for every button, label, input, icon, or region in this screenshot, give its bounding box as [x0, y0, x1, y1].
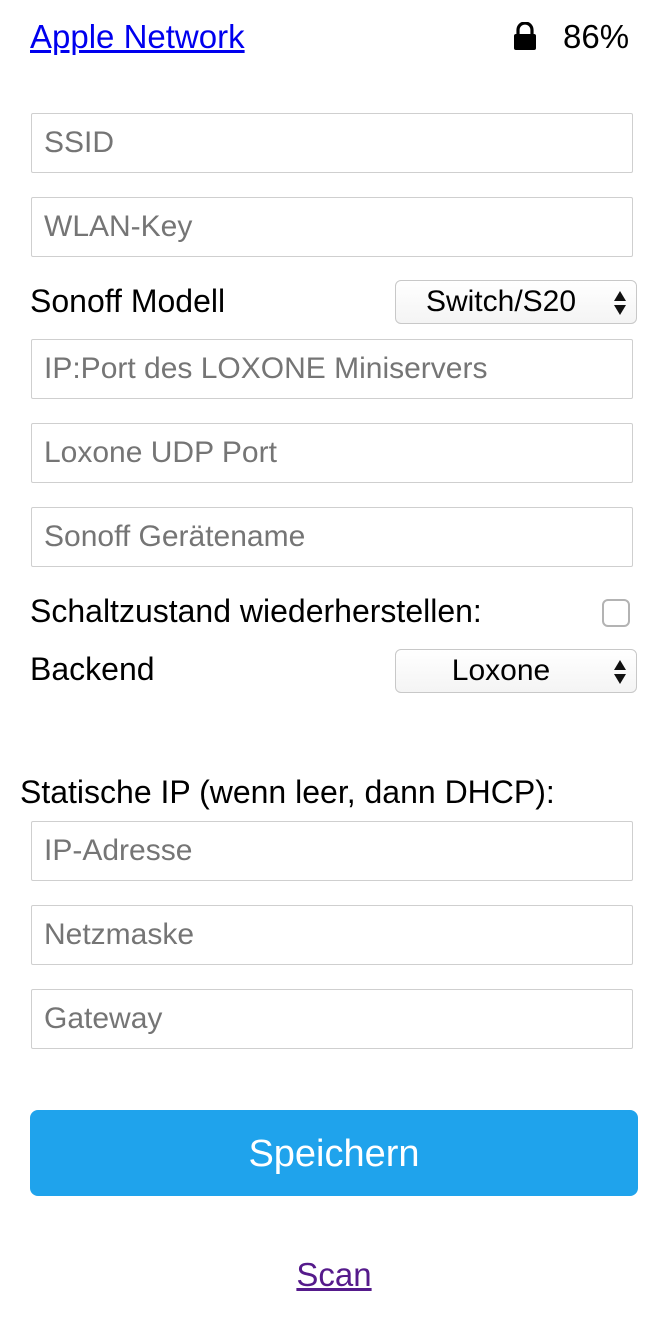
netmask-input[interactable] — [31, 905, 633, 965]
restore-state-label: Schaltzustand wiederherstellen: — [30, 593, 482, 629]
signal-strength: 86% — [563, 18, 630, 55]
restore-state-checkbox[interactable] — [602, 599, 630, 627]
select-arrows-icon — [614, 291, 626, 315]
static-ip-title: Statische IP (wenn leer, dann DHCP): — [20, 774, 555, 810]
save-button[interactable]: Speichern — [30, 1110, 638, 1196]
backend-select[interactable]: Loxone — [395, 649, 637, 693]
wlan-key-input[interactable] — [31, 197, 633, 257]
select-arrows-icon — [614, 660, 626, 684]
gateway-input[interactable] — [31, 989, 633, 1049]
scan-link[interactable]: Scan — [296, 1256, 371, 1293]
miniserver-input[interactable] — [31, 339, 633, 399]
backend-value: Loxone — [451, 654, 551, 687]
sonoff-model-label: Sonoff Modell — [30, 283, 226, 319]
ssid-input[interactable] — [31, 113, 633, 173]
ip-address-input[interactable] — [31, 821, 633, 881]
backend-label: Backend — [30, 651, 155, 687]
lock-icon — [514, 22, 536, 50]
sonoff-model-value: Switch/S20 — [425, 285, 577, 318]
scan-link-row: Scan — [0, 1254, 668, 1296]
network-name-link[interactable]: Apple Network — [30, 16, 245, 58]
udp-port-input[interactable] — [31, 423, 633, 483]
device-name-input[interactable] — [31, 507, 633, 567]
sonoff-model-select[interactable]: Switch/S20 — [395, 280, 637, 324]
